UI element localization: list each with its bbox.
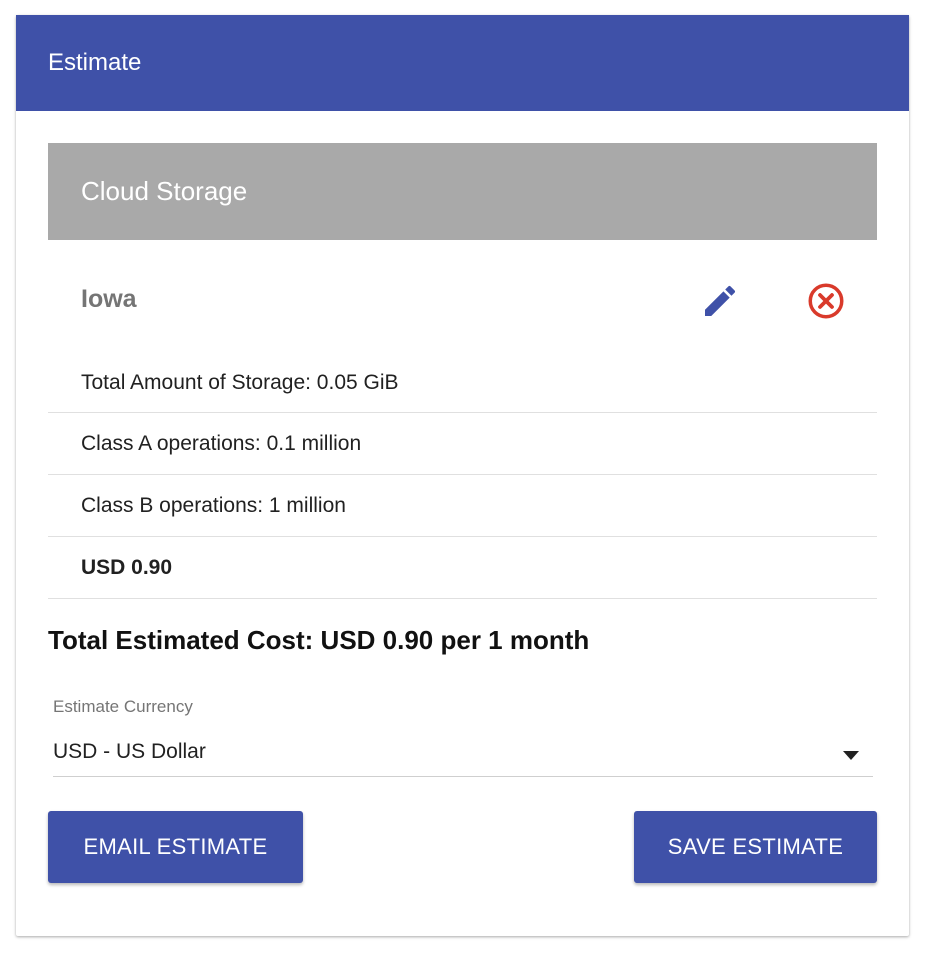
line-item-class-a: Class A operations: 0.1 million [48,413,877,475]
save-estimate-button[interactable]: SAVE ESTIMATE [634,811,877,883]
line-item-subtotal: USD 0.90 [48,537,877,599]
email-estimate-label: EMAIL ESTIMATE [83,834,268,859]
card-header: Estimate [16,15,909,111]
card-title: Estimate [48,49,142,76]
service-header: Cloud Storage [48,143,877,240]
line-item-storage: Total Amount of Storage: 0.05 GiB [48,367,877,413]
region-name: Iowa [81,285,137,313]
pencil-icon [705,285,736,316]
currency-selected-value: USD - US Dollar [53,740,206,763]
currency-label: Estimate Currency [53,697,193,716]
currency-select[interactable]: USD - US Dollar [53,735,873,777]
save-estimate-label: SAVE ESTIMATE [667,834,844,859]
email-estimate-button[interactable]: EMAIL ESTIMATE [48,811,303,883]
edit-button[interactable] [694,275,746,327]
region-row: Iowa [48,273,877,333]
close-circle-icon [808,283,844,319]
line-item-class-b: Class B operations: 1 million [48,475,877,537]
remove-button[interactable] [800,275,852,327]
line-items: Total Amount of Storage: 0.05 GiB Class … [48,367,877,599]
estimate-card: Estimate Cloud Storage Iowa Total Amount… [16,15,909,936]
total-estimated-cost: Total Estimated Cost: USD 0.90 per 1 mon… [48,625,590,655]
dropdown-arrow-icon [843,751,859,760]
service-name: Cloud Storage [81,176,248,206]
